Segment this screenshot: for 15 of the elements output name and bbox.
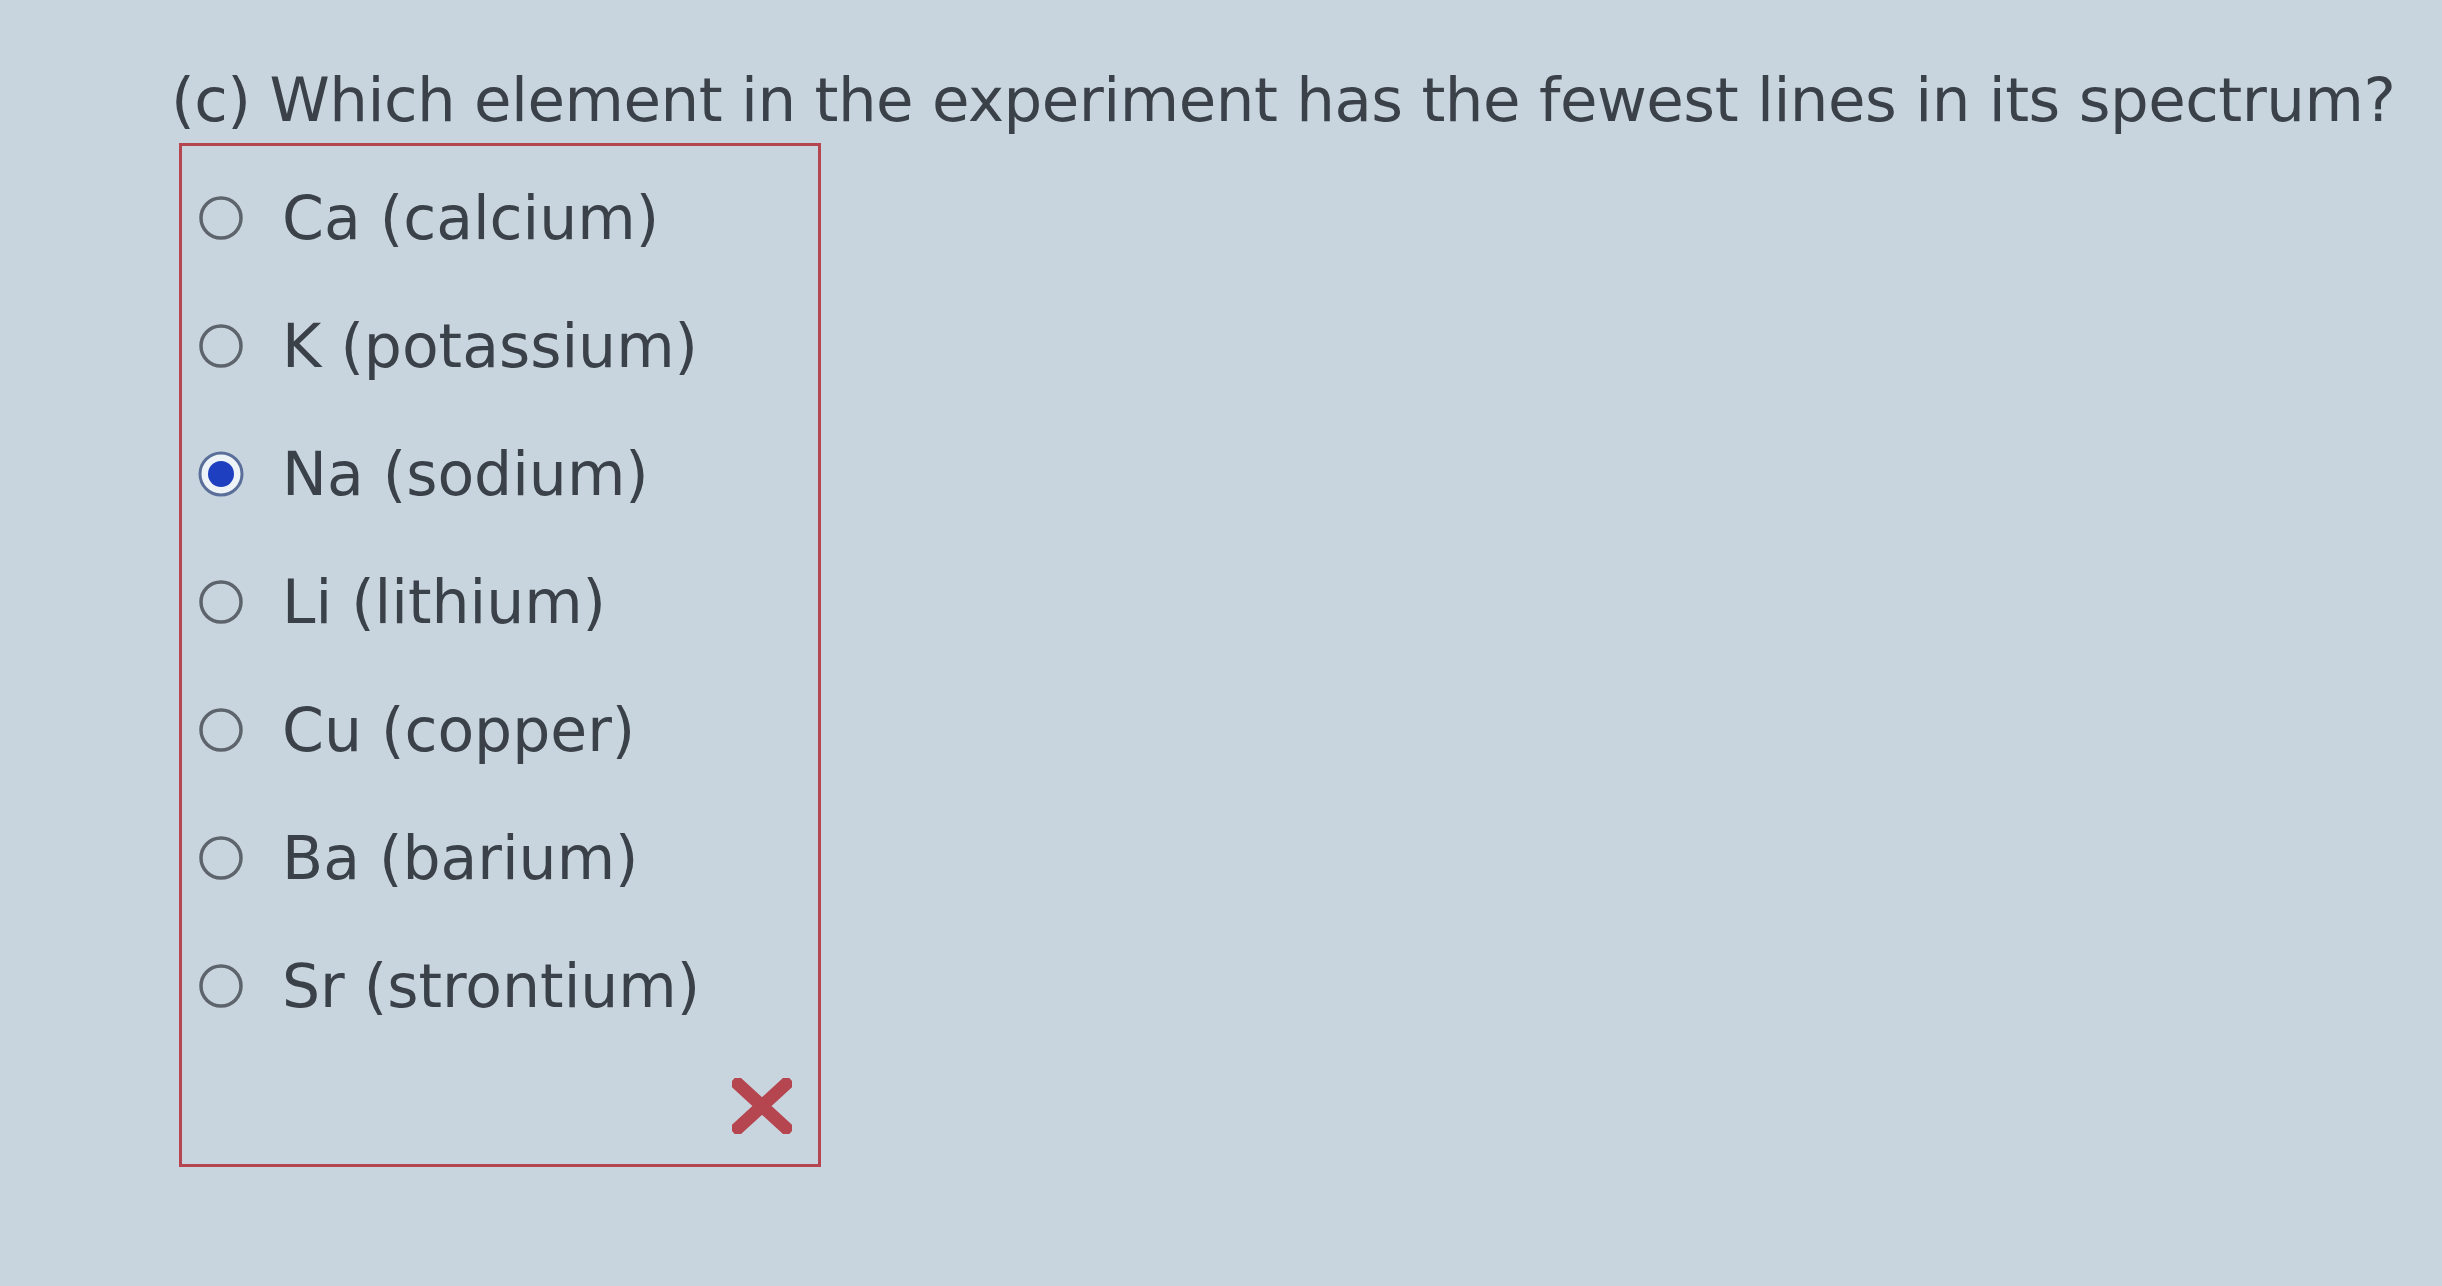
selected-radio-icon[interactable]: [198, 451, 244, 498]
option-label[interactable]: K (potassium): [282, 310, 698, 383]
option-label[interactable]: Na (sodium): [282, 438, 649, 511]
option-label[interactable]: Ca (calcium): [282, 182, 660, 255]
radio-icon[interactable]: [198, 195, 244, 242]
radio-icon[interactable]: [198, 835, 244, 882]
option-label[interactable]: Sr (strontium): [282, 950, 701, 1023]
radio-icon[interactable]: [198, 963, 244, 1010]
question-text: (c) Which element in the experiment has the fewest lines in its spectrum?: [171, 63, 2397, 137]
radio-icon[interactable]: [198, 323, 244, 370]
option-label[interactable]: Ba (barium): [282, 822, 639, 895]
option-label[interactable]: Li (lithium): [282, 566, 607, 639]
radio-icon[interactable]: [198, 579, 244, 626]
radio-icon[interactable]: [198, 707, 244, 754]
option-label[interactable]: Cu (copper): [282, 694, 636, 767]
